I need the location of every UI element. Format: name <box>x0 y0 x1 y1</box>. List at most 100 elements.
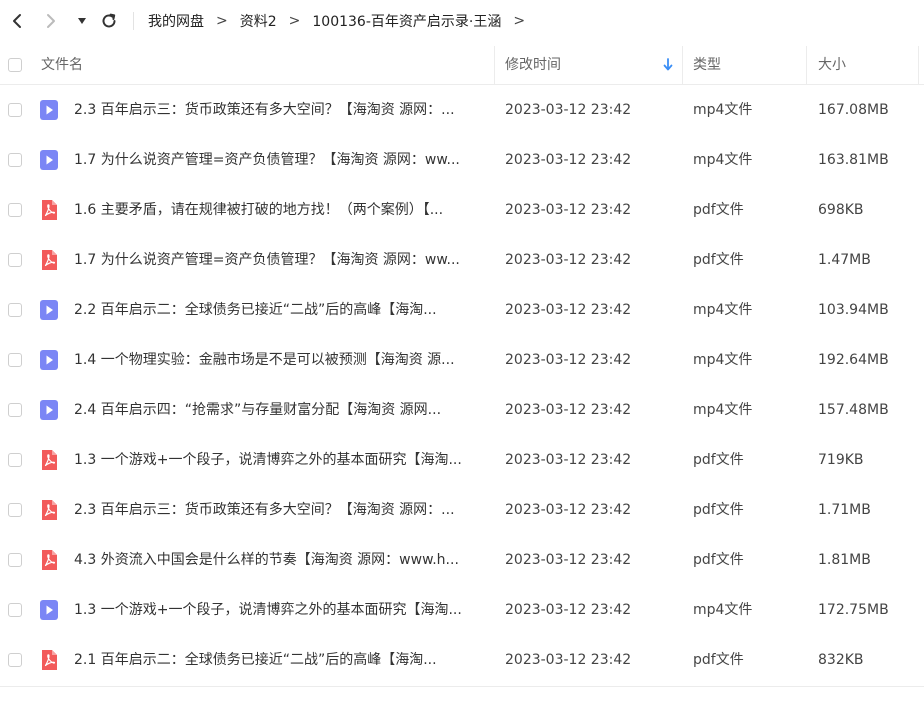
column-divider[interactable] <box>682 46 683 84</box>
pdf-file-icon <box>38 199 60 221</box>
file-modified-time: 2023-03-12 23:42 <box>505 652 632 668</box>
file-size: 172.75MB <box>818 602 889 618</box>
file-modified-time: 2023-03-12 23:42 <box>505 502 632 518</box>
file-row[interactable]: 1.3 一个游戏+一个段子，说清博弈之外的基本面研究【海淘... 2023-03-… <box>0 585 924 635</box>
file-row[interactable]: 4.3 外资流入中国会是什么样的节奏【海淘资 源网：www.h... 2023-0… <box>0 535 924 585</box>
file-type: pdf文件 <box>693 552 744 568</box>
sort-descending-icon[interactable] <box>662 57 674 73</box>
file-name[interactable]: 2.1 百年启示二：全球债务已接近“二战”后的高峰【海淘... <box>74 635 484 685</box>
file-name[interactable]: 2.2 百年启示二：全球债务已接近“二战”后的高峰【海淘... <box>74 285 484 335</box>
pdf-file-icon <box>38 499 60 521</box>
file-size: 1.47MB <box>818 252 871 268</box>
row-checkbox[interactable] <box>8 353 22 367</box>
file-size: 157.48MB <box>818 402 889 418</box>
file-name[interactable]: 1.6 主要矛盾，请在规律被打破的地方找！（两个案例）【... <box>74 185 484 235</box>
breadcrumb-separator: > <box>216 13 228 29</box>
column-divider[interactable] <box>494 46 495 84</box>
file-modified-time: 2023-03-12 23:42 <box>505 302 632 318</box>
row-checkbox[interactable] <box>8 403 22 417</box>
breadcrumb-item-current[interactable]: 100136-百年资产启示录·王涵 <box>312 11 501 31</box>
column-header-size[interactable]: 大小 <box>818 46 846 84</box>
file-name[interactable]: 2.3 百年启示三：货币政策还有多大空间？【海淘资 源网：... <box>74 85 484 135</box>
breadcrumb: 我的网盘 > 资料2 > 100136-百年资产启示录·王涵 > <box>148 0 537 42</box>
file-size: 167.08MB <box>818 102 889 118</box>
row-checkbox[interactable] <box>8 453 22 467</box>
video-file-icon <box>38 299 60 321</box>
file-modified-time: 2023-03-12 23:42 <box>505 252 632 268</box>
video-file-icon <box>38 399 60 421</box>
history-dropdown-button[interactable] <box>72 6 92 36</box>
row-checkbox[interactable] <box>8 503 22 517</box>
column-divider[interactable] <box>918 46 919 84</box>
pdf-file-icon <box>38 249 60 271</box>
file-name[interactable]: 1.7 为什么说资产管理=资产负债管理？【海淘资 源网：ww... <box>74 135 484 185</box>
file-row[interactable]: 1.7 为什么说资产管理=资产负债管理？【海淘资 源网：ww... 2023-03… <box>0 235 924 285</box>
breadcrumb-separator: > <box>288 13 301 29</box>
list-bottom-border <box>0 686 924 687</box>
file-modified-time: 2023-03-12 23:42 <box>505 352 632 368</box>
top-nav-bar: 我的网盘 > 资料2 > 100136-百年资产启示录·王涵 > <box>0 0 924 42</box>
forward-button[interactable] <box>40 6 62 36</box>
row-checkbox[interactable] <box>8 603 22 617</box>
file-size: 719KB <box>818 452 864 468</box>
file-row[interactable]: 2.4 百年启示四：“抢需求”与存量财富分配【海淘资 源网... 2023-03-… <box>0 385 924 435</box>
file-modified-time: 2023-03-12 23:42 <box>505 202 632 218</box>
column-header-name[interactable]: 文件名 <box>41 46 83 84</box>
select-all-checkbox[interactable] <box>8 58 22 72</box>
column-header-type[interactable]: 类型 <box>693 46 721 84</box>
row-checkbox[interactable] <box>8 553 22 567</box>
caret-down-icon <box>78 18 86 24</box>
row-checkbox[interactable] <box>8 203 22 217</box>
file-row[interactable]: 1.4 一个物理实验：金融市场是不是可以被预测【海淘资 源... 2023-03-… <box>0 335 924 385</box>
row-checkbox[interactable] <box>8 253 22 267</box>
row-checkbox[interactable] <box>8 653 22 667</box>
file-type: mp4文件 <box>693 102 753 118</box>
row-checkbox[interactable] <box>8 103 22 117</box>
file-type: mp4文件 <box>693 152 753 168</box>
pdf-file-icon <box>38 649 60 671</box>
file-row[interactable]: 2.3 百年启示三：货币政策还有多大空间？【海淘资 源网：... 2023-03-… <box>0 85 924 135</box>
breadcrumb-item-folder[interactable]: 资料2 <box>240 11 277 31</box>
file-type: mp4文件 <box>693 402 753 418</box>
column-header-modified[interactable]: 修改时间 <box>505 46 561 84</box>
file-size: 832KB <box>818 652 864 668</box>
file-row[interactable]: 2.2 百年启示二：全球债务已接近“二战”后的高峰【海淘... 2023-03-1… <box>0 285 924 335</box>
video-file-icon <box>38 99 60 121</box>
file-name[interactable]: 1.4 一个物理实验：金融市场是不是可以被预测【海淘资 源... <box>74 335 484 385</box>
video-file-icon <box>38 349 60 371</box>
chevron-left-icon <box>13 14 21 28</box>
file-name[interactable]: 1.3 一个游戏+一个段子，说清博弈之外的基本面研究【海淘... <box>74 435 484 485</box>
file-row[interactable]: 2.1 百年启示二：全球债务已接近“二战”后的高峰【海淘... 2023-03-1… <box>0 635 924 685</box>
file-type: pdf文件 <box>693 502 744 518</box>
toolbar-divider <box>133 12 134 30</box>
video-file-icon <box>38 599 60 621</box>
video-file-icon <box>38 149 60 171</box>
file-size: 698KB <box>818 202 864 218</box>
row-checkbox[interactable] <box>8 153 22 167</box>
file-name[interactable]: 4.3 外资流入中国会是什么样的节奏【海淘资 源网：www.h... <box>74 535 484 585</box>
file-row[interactable]: 2.3 百年启示三：货币政策还有多大空间？【海淘资 源网：... 2023-03-… <box>0 485 924 535</box>
file-list-header: 文件名 修改时间 类型 大小 <box>0 46 924 85</box>
breadcrumb-item-root[interactable]: 我的网盘 <box>148 11 204 31</box>
refresh-icon <box>102 13 116 28</box>
file-type: pdf文件 <box>693 202 744 218</box>
file-name[interactable]: 2.4 百年启示四：“抢需求”与存量财富分配【海淘资 源网... <box>74 385 484 435</box>
file-name[interactable]: 1.3 一个游戏+一个段子，说清博弈之外的基本面研究【海淘... <box>74 585 484 635</box>
file-row[interactable]: 1.7 为什么说资产管理=资产负债管理？【海淘资 源网：ww... 2023-03… <box>0 135 924 185</box>
file-row[interactable]: 1.6 主要矛盾，请在规律被打破的地方找！（两个案例）【... 2023-03-1… <box>0 185 924 235</box>
file-modified-time: 2023-03-12 23:42 <box>505 452 632 468</box>
file-modified-time: 2023-03-12 23:42 <box>505 602 632 618</box>
file-modified-time: 2023-03-12 23:42 <box>505 152 632 168</box>
file-name[interactable]: 1.7 为什么说资产管理=资产负债管理？【海淘资 源网：ww... <box>74 235 484 285</box>
file-name[interactable]: 2.3 百年启示三：货币政策还有多大空间？【海淘资 源网：... <box>74 485 484 535</box>
column-divider[interactable] <box>806 46 807 84</box>
file-size: 1.71MB <box>818 502 871 518</box>
back-button[interactable] <box>6 6 28 36</box>
refresh-button[interactable] <box>98 6 120 36</box>
file-type: mp4文件 <box>693 602 753 618</box>
pdf-file-icon <box>38 449 60 471</box>
file-row[interactable]: 1.3 一个游戏+一个段子，说清博弈之外的基本面研究【海淘... 2023-03-… <box>0 435 924 485</box>
file-type: mp4文件 <box>693 302 753 318</box>
file-modified-time: 2023-03-12 23:42 <box>505 402 632 418</box>
row-checkbox[interactable] <box>8 303 22 317</box>
